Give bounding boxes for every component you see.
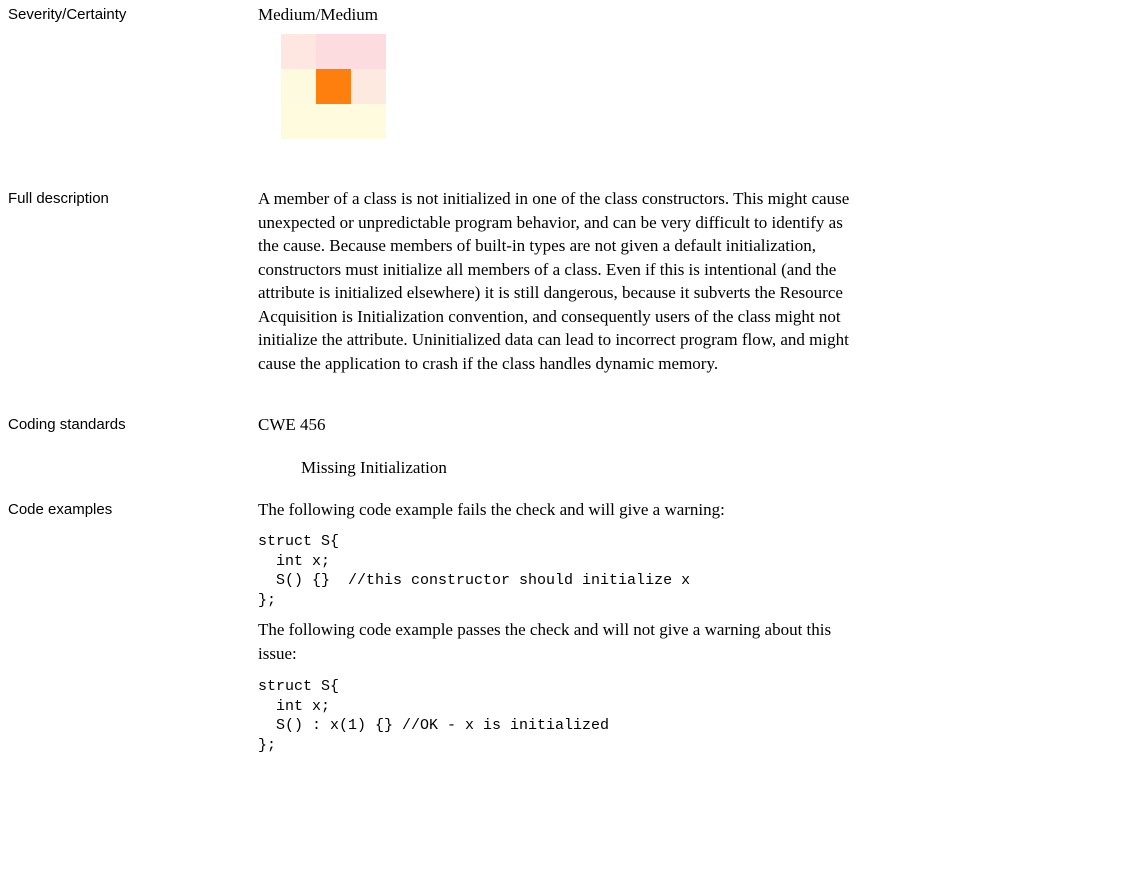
matrix-cell: [281, 34, 316, 69]
description-line: the cause. Because members of built-in t…: [258, 236, 816, 255]
description-line: attribute is initialized elsewhere) it i…: [258, 283, 843, 302]
full-description-label: Full description: [8, 190, 109, 207]
description-line: initialize the attribute. Uninitialized …: [258, 330, 849, 349]
matrix-cell: [351, 104, 386, 139]
matrix-cell-selected: [316, 69, 351, 104]
full-description-text: A member of a class is not initialized i…: [258, 187, 849, 375]
fail-code-block: struct S{ int x; S() {} //this construct…: [258, 533, 691, 609]
coding-standard-id: CWE 456: [258, 415, 326, 434]
code-examples-label: Code examples: [8, 501, 113, 518]
severity-certainty-value: Medium/Medium: [258, 5, 378, 24]
description-line: unexpected or unpredictable program beha…: [258, 212, 843, 232]
pass-code-block: struct S{ int x; S() : x(1) {} //OK - x …: [258, 678, 610, 754]
pass-intro-line: issue:: [258, 643, 297, 663]
matrix-cell: [281, 69, 316, 104]
description-line: constructors must initialize all members…: [258, 259, 837, 279]
severity-certainty-label: Severity/Certainty: [8, 6, 127, 23]
matrix-cell: [316, 34, 351, 69]
rule-description-page: Severity/Certainty Medium/Medium Full de…: [0, 0, 1123, 878]
coding-standards-label: Coding standards: [8, 416, 126, 433]
pass-intro-line: The following code example passes the ch…: [258, 620, 832, 639]
description-line: cause the application to crash if the cl…: [258, 353, 719, 373]
severity-certainty-matrix: [281, 34, 386, 139]
severity-marker: [316, 69, 351, 104]
fail-example-intro: The following code example fails the che…: [258, 500, 725, 519]
matrix-cell: [281, 104, 316, 139]
description-line: Acquisition is Initialization convention…: [258, 306, 841, 326]
matrix-cell: [316, 104, 351, 139]
matrix-cell: [351, 34, 386, 69]
matrix-cell: [351, 69, 386, 104]
coding-standard-description: Missing Initialization: [301, 458, 447, 477]
description-line: A member of a class is not initialized i…: [258, 189, 850, 208]
pass-example-intro: The following code example passes the ch…: [258, 618, 831, 665]
